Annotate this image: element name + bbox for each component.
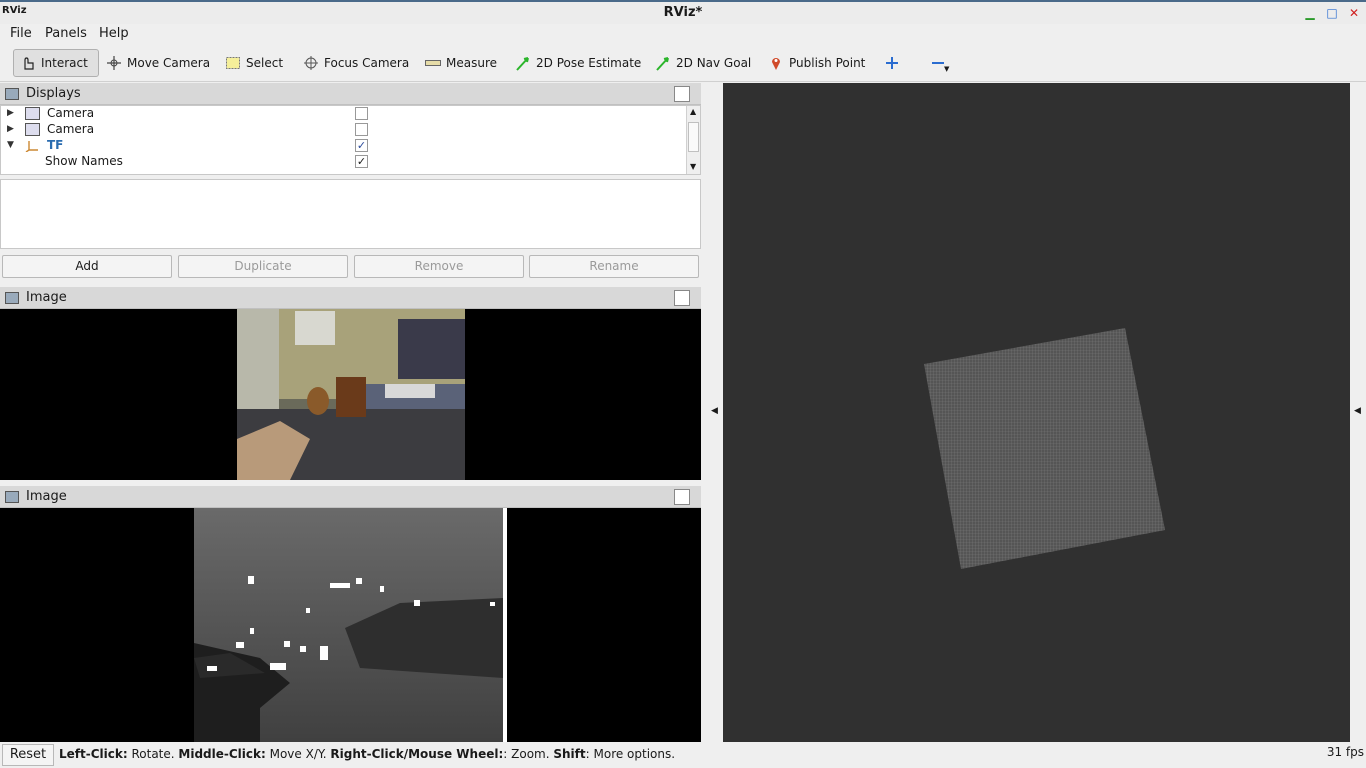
tree-item-show-names[interactable]: Show Names ✓: [1, 154, 686, 170]
hint-right-click: Right-Click/Mouse Wheel:: [330, 747, 504, 761]
status-bar: Reset Left-Click: Rotate. Middle-Click: …: [0, 742, 1366, 768]
tree-item-checkbox[interactable]: [355, 107, 368, 120]
title-bar: RViz RViz* ▁ □ ✕: [0, 0, 1366, 24]
tool-move-camera-label: Move Camera: [127, 56, 211, 70]
tree-item-label: Camera: [47, 122, 95, 136]
tool-measure-label: Measure: [446, 56, 497, 70]
tool-2d-nav-goal-label: 2D Nav Goal: [676, 56, 752, 70]
tree-item-camera-1[interactable]: ▶ Camera: [1, 106, 686, 122]
tool-focus-camera[interactable]: Focus Camera: [297, 49, 415, 77]
duplicate-button[interactable]: Duplicate: [178, 255, 348, 278]
tool-interact[interactable]: Interact: [13, 49, 99, 77]
hint-middle-click: Middle-Click:: [178, 747, 266, 761]
collapse-arrow-icon[interactable]: ▼: [7, 140, 14, 150]
scroll-up-icon[interactable]: ▲: [690, 107, 696, 116]
tool-select-label: Select: [246, 56, 284, 70]
add-tool-button[interactable]: [878, 49, 911, 77]
camera-icon: [25, 123, 40, 136]
tree-item-label: Camera: [47, 106, 95, 120]
hint-left-click-desc: Rotate.: [127, 747, 179, 761]
image-panel-1-title: Image: [26, 290, 67, 305]
displays-title: Displays: [26, 86, 81, 101]
grid-plane: [924, 328, 1165, 569]
minimize-icon[interactable]: ▁: [1303, 6, 1317, 20]
image-icon: [5, 291, 19, 304]
hint-shift: Shift: [553, 747, 586, 761]
reset-button[interactable]: Reset: [2, 744, 54, 766]
add-button[interactable]: Add: [2, 255, 172, 278]
tree-item-label: Show Names: [45, 154, 123, 168]
tool-publish-point-label: Publish Point: [789, 56, 866, 70]
toolbar: Interact Move Camera Select Focus Camera…: [0, 44, 1366, 82]
tree-item-camera-2[interactable]: ▶ Camera: [1, 122, 686, 138]
hint-middle-click-desc: Move X/Y.: [265, 747, 331, 761]
menu-panels[interactable]: Panels: [45, 26, 87, 41]
scroll-thumb[interactable]: [688, 122, 699, 152]
collapse-right-icon[interactable]: ◀: [1354, 406, 1361, 416]
expand-arrow-icon[interactable]: ▶: [7, 124, 14, 134]
image-view-rgb[interactable]: [0, 309, 701, 480]
maximize-icon[interactable]: □: [1325, 6, 1339, 20]
tool-focus-camera-label: Focus Camera: [324, 56, 410, 70]
remove-button[interactable]: Remove: [354, 255, 524, 278]
remove-tool-button[interactable]: ▼: [924, 49, 957, 77]
menu-file[interactable]: File: [10, 26, 32, 41]
status-hint: Left-Click: Rotate. Middle-Click: Move X…: [59, 747, 675, 761]
image-panel-1-header: Image: [0, 287, 701, 309]
tool-select[interactable]: Select: [219, 49, 289, 77]
scroll-down-icon[interactable]: ▼: [690, 162, 696, 171]
hint-shift-desc: : More options.: [585, 747, 676, 761]
focus-camera-icon: [303, 55, 319, 71]
tree-item-checkbox[interactable]: [355, 123, 368, 136]
tool-publish-point[interactable]: Publish Point: [762, 49, 871, 77]
displays-tree: ▶ Camera ▶ Camera ▼ TF ✓ Show Names ✓ ▲ …: [0, 105, 701, 175]
plus-icon: [884, 55, 900, 71]
tool-measure[interactable]: Measure: [419, 49, 503, 77]
nav-goal-arrow-icon: [655, 55, 671, 71]
hint-left-click: Left-Click:: [59, 747, 128, 761]
close-icon[interactable]: ✕: [1347, 6, 1361, 20]
image-panel-2-float-checkbox[interactable]: [674, 488, 690, 505]
monitor-icon: [5, 87, 19, 100]
tool-move-camera[interactable]: Move Camera: [100, 49, 216, 77]
dropdown-arrow-icon[interactable]: ▼: [944, 65, 949, 73]
image-icon: [5, 490, 19, 503]
hint-right-click-desc: : Zoom.: [503, 747, 554, 761]
image-panel-1-float-checkbox[interactable]: [674, 289, 690, 306]
tree-item-label: TF: [47, 138, 64, 152]
tool-interact-label: Interact: [41, 56, 88, 70]
rgb-camera-image: [237, 309, 465, 480]
tree-item-checkbox[interactable]: ✓: [355, 155, 368, 168]
tf-axes-icon: [25, 139, 40, 153]
pose-arrow-icon: [515, 55, 531, 71]
displays-panel-header: Displays: [0, 83, 701, 105]
depth-camera-image: [194, 508, 507, 742]
tree-item-checkbox[interactable]: ✓: [355, 139, 368, 152]
hand-icon: [20, 55, 36, 71]
property-description: [0, 179, 701, 249]
tree-scrollbar[interactable]: ▲ ▼: [686, 106, 700, 174]
tool-2d-pose-estimate-label: 2D Pose Estimate: [536, 56, 642, 70]
window-title: RViz*: [663, 5, 703, 20]
collapse-left-icon[interactable]: ◀: [711, 406, 718, 416]
displays-float-checkbox[interactable]: [674, 85, 690, 102]
tree-item-tf[interactable]: ▼ TF ✓: [1, 138, 686, 154]
image-panel-2-title: Image: [26, 489, 67, 504]
3d-viewport[interactable]: [723, 83, 1350, 742]
image-view-depth[interactable]: [0, 508, 701, 742]
tool-2d-pose-estimate[interactable]: 2D Pose Estimate: [509, 49, 647, 77]
camera-icon: [25, 107, 40, 120]
expand-arrow-icon[interactable]: ▶: [7, 108, 14, 118]
move-camera-icon: [106, 55, 122, 71]
rename-button[interactable]: Rename: [529, 255, 699, 278]
menu-help[interactable]: Help: [99, 26, 129, 41]
select-icon: [225, 55, 241, 71]
fps-counter: 31 fps: [1326, 745, 1364, 759]
ruler-icon: [425, 55, 441, 71]
menu-bar: File Panels Help: [0, 24, 1366, 44]
map-pin-icon: [768, 55, 784, 71]
tool-2d-nav-goal[interactable]: 2D Nav Goal: [649, 49, 757, 77]
image-panel-2-header: Image: [0, 486, 701, 508]
